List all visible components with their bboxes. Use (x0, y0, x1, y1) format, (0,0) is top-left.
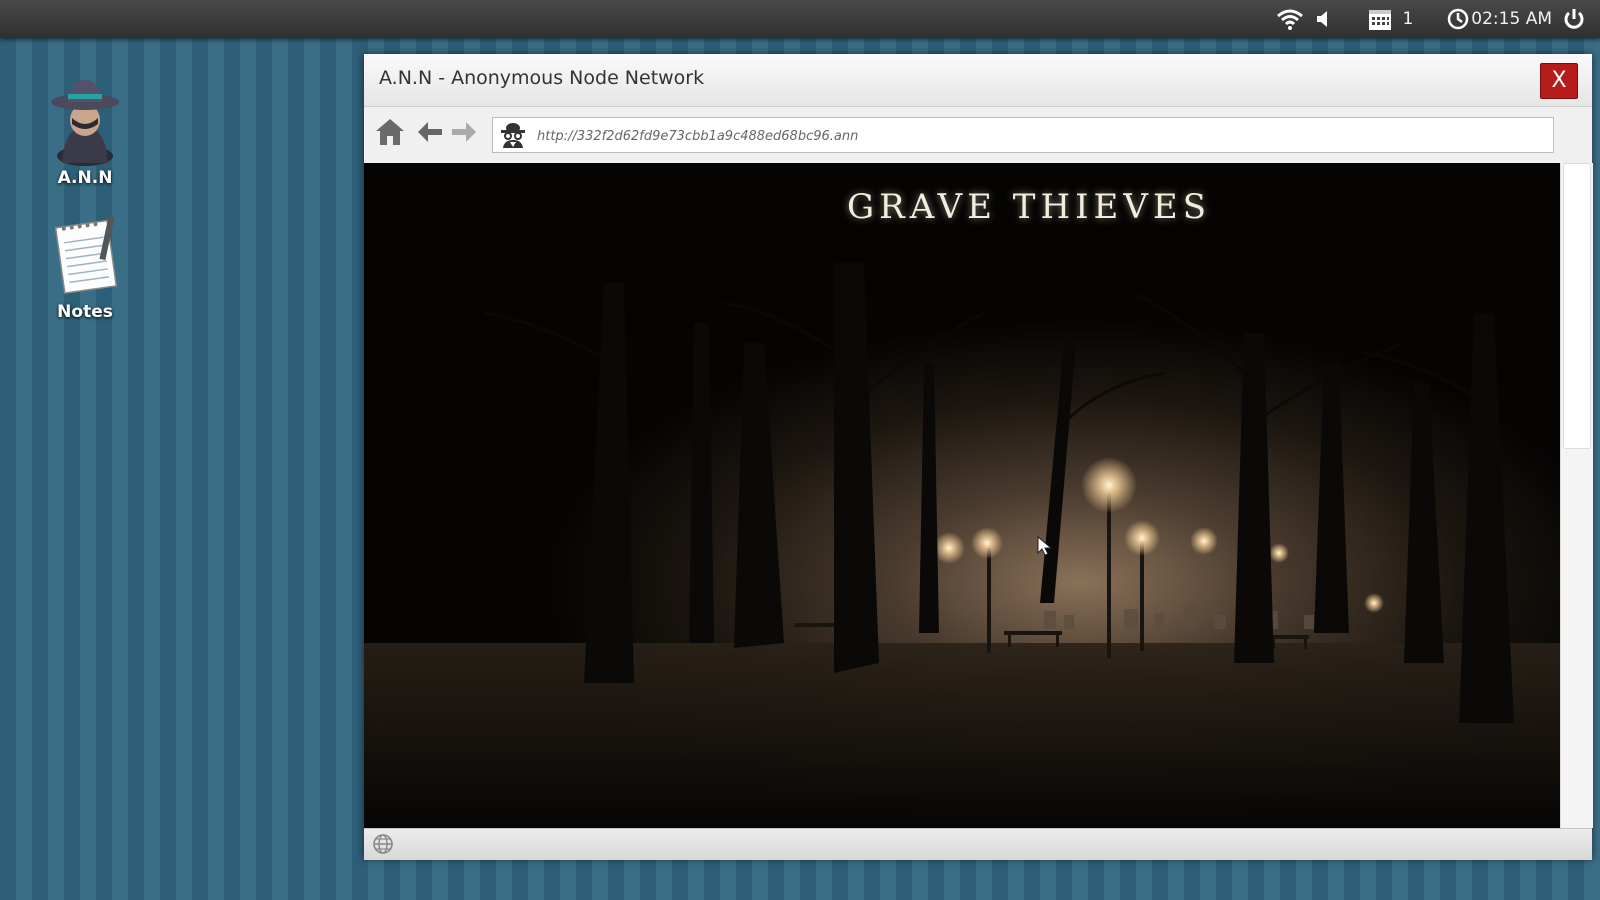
volume-icon[interactable] (1314, 9, 1334, 29)
mouse-cursor-icon (1036, 535, 1056, 561)
desktop-icon-label: Notes (57, 302, 113, 322)
page-heading: GRAVE THIEVES (846, 187, 1212, 227)
status-bar (364, 828, 1592, 860)
system-tray: 1 02:15 AM (1276, 0, 1586, 38)
calendar-icon[interactable] (1368, 7, 1392, 31)
arrow-left-icon (416, 120, 444, 148)
close-button[interactable]: X (1540, 63, 1578, 99)
page-viewport: GRAVE THIEVES (364, 163, 1560, 828)
wifi-icon[interactable] (1276, 8, 1304, 30)
arrow-right-icon (450, 120, 478, 148)
clock-icon (1447, 8, 1469, 30)
back-button[interactable] (416, 117, 444, 151)
graveyard-scene-image (364, 163, 1560, 828)
desktop-icon-notes[interactable]: Notes (25, 212, 145, 322)
notepad-icon (40, 212, 130, 302)
window-titlebar[interactable]: A.N.N - Anonymous Node Network X (364, 54, 1592, 107)
address-bar (492, 117, 1554, 153)
power-icon[interactable] (1562, 7, 1586, 31)
scrollbar-thumb[interactable] (1563, 163, 1591, 449)
vertical-scrollbar[interactable] (1560, 163, 1593, 828)
browser-window: A.N.N - Anonymous Node Network X http://… (364, 54, 1593, 860)
incognito-spy-icon (499, 121, 527, 153)
top-taskbar: 1 02:15 AM (0, 0, 1600, 38)
desktop-icon-ann[interactable]: A.N.N (25, 78, 145, 188)
forward-button[interactable] (450, 117, 478, 151)
browser-toolbar (364, 107, 1592, 164)
spy-agent-icon (40, 78, 130, 168)
globe-icon[interactable] (372, 833, 394, 859)
home-icon (374, 116, 406, 152)
clock-time[interactable]: 02:15 AM (1471, 9, 1552, 29)
notification-count: 1 (1402, 9, 1414, 29)
window-title: A.N.N - Anonymous Node Network (379, 67, 705, 89)
desktop-icon-label: A.N.N (57, 168, 113, 188)
home-button[interactable] (374, 117, 406, 151)
url-input[interactable] (535, 121, 1539, 151)
